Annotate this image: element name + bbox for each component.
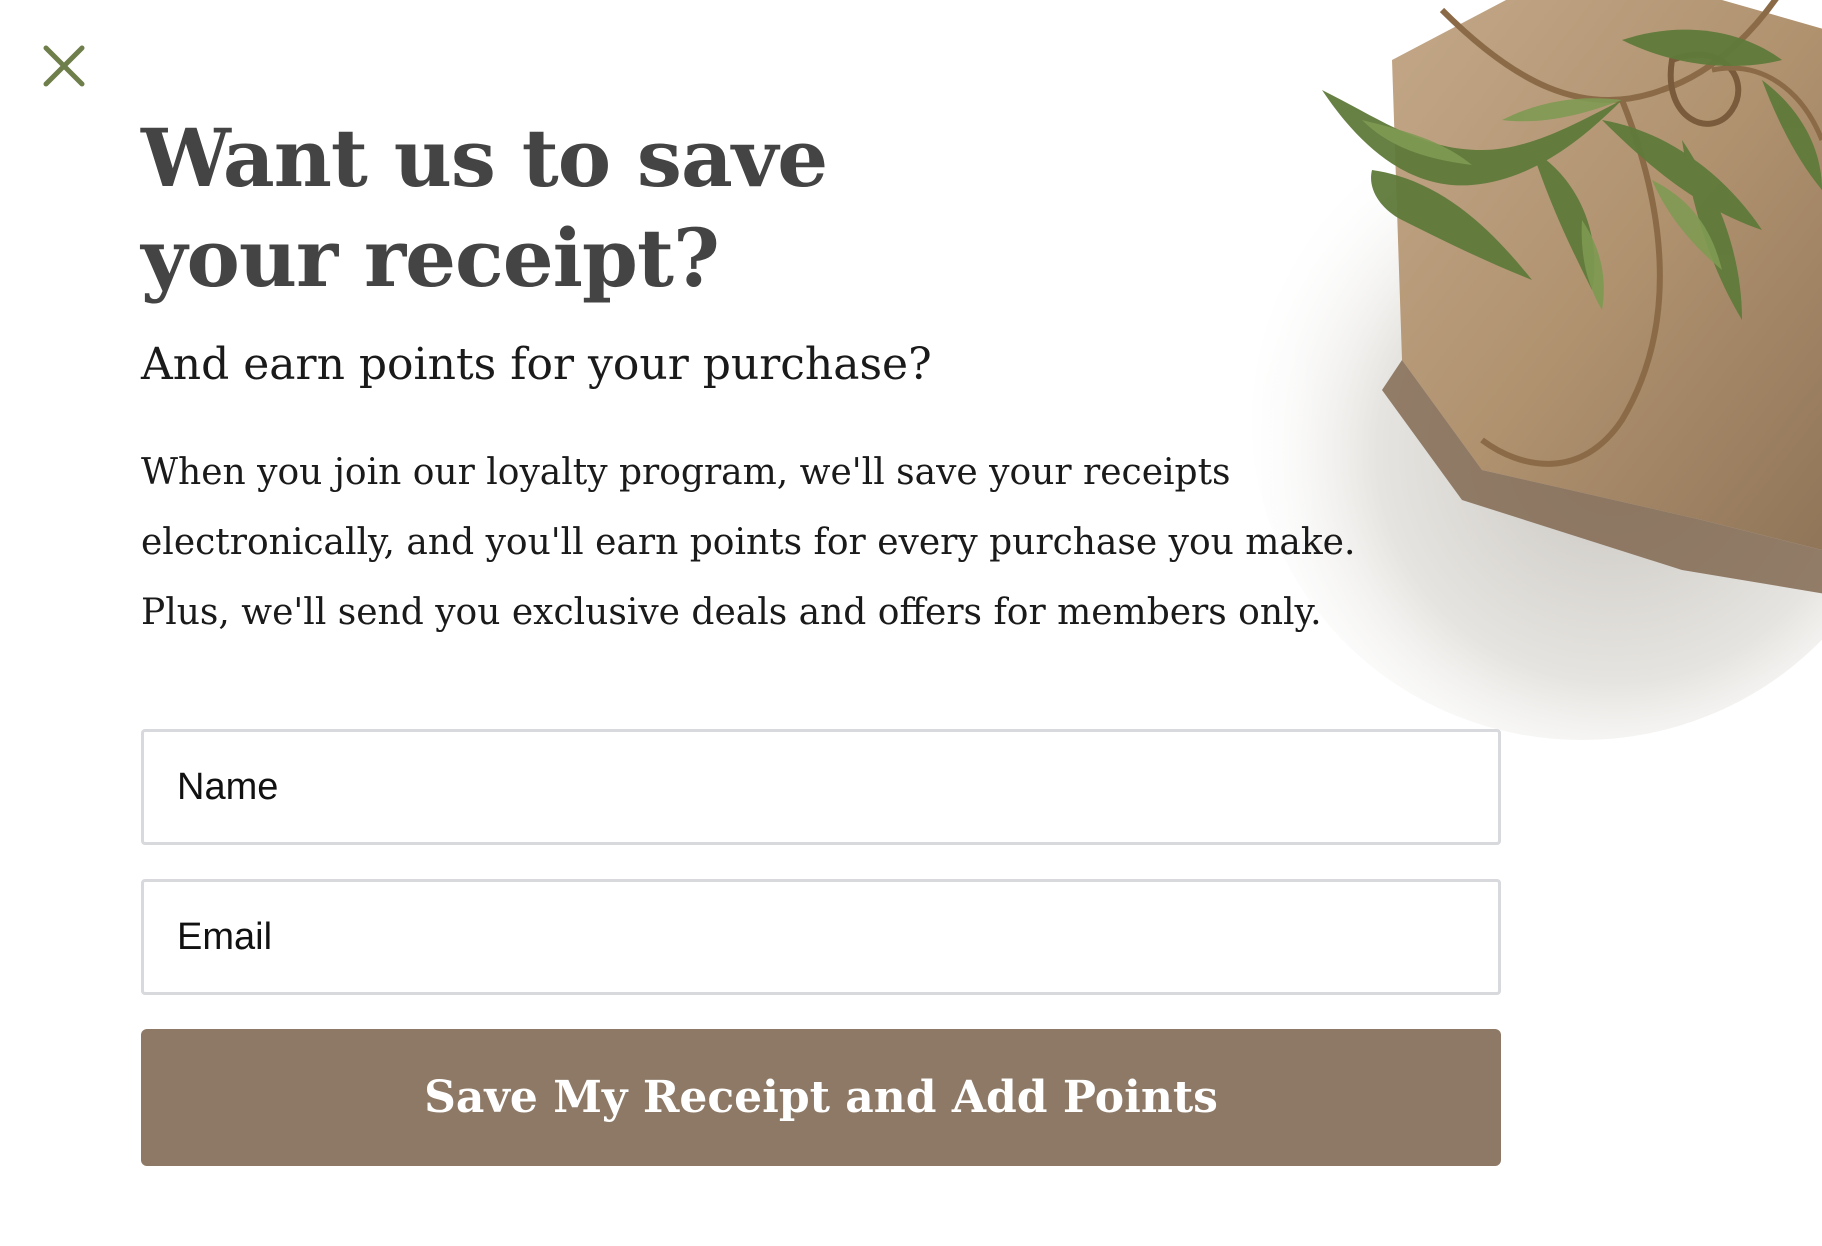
save-receipt-button[interactable]: Save My Receipt and Add Points xyxy=(141,1029,1501,1166)
gift-box-photo xyxy=(1062,0,1822,820)
dialog-title: Want us to save your receipt? xyxy=(141,111,828,305)
dialog-subtitle: And earn points for your purchase? xyxy=(141,339,932,390)
close-button[interactable] xyxy=(36,38,92,94)
name-input[interactable] xyxy=(141,729,1501,845)
email-input[interactable] xyxy=(141,879,1501,995)
loyalty-signup-dialog: Want us to save your receipt? And earn p… xyxy=(0,0,1822,1246)
close-icon xyxy=(43,45,85,87)
dialog-description: When you join our loyalty program, we'll… xyxy=(141,452,1356,633)
